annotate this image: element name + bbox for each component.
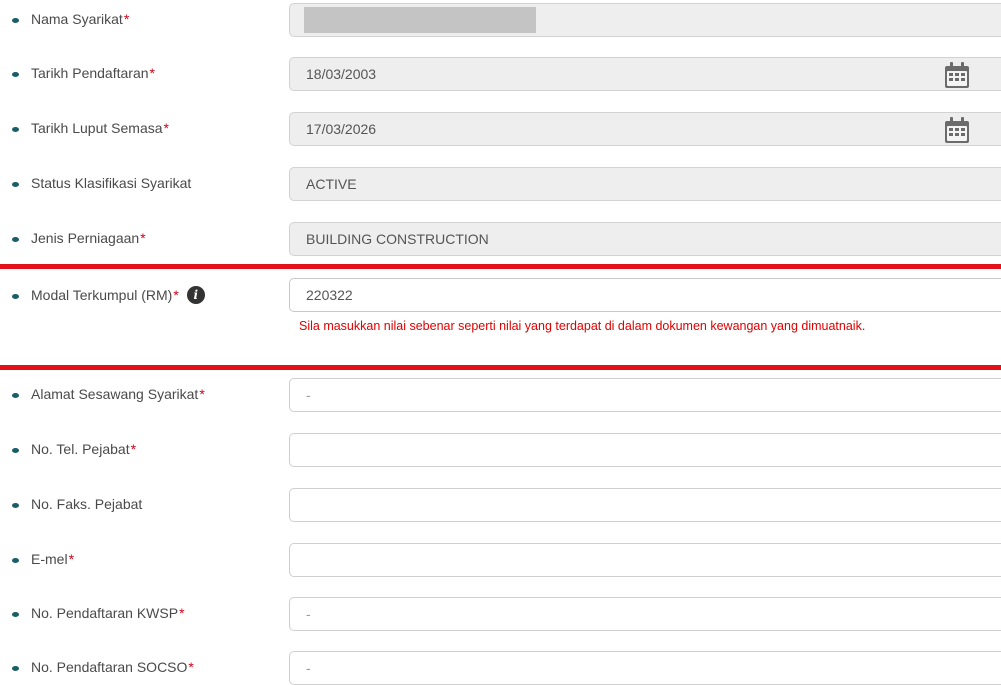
field-value: - <box>306 606 311 622</box>
field-value: 17/03/2026 <box>306 121 377 137</box>
label-text: No. Pendaftaran KWSP <box>31 605 179 621</box>
row-e-mel: E-mel * <box>0 543 1001 577</box>
label-text: Alamat Sesawang Syarikat <box>31 386 199 402</box>
company-profile-form: Nama Syarikat * Tarikh Pendaftaran * 18/… <box>0 0 1001 685</box>
row-modal-terkumpul: Modal Terkumpul (RM) * i 220322 <box>0 278 1001 312</box>
bullet-icon <box>12 17 19 23</box>
no-tel-pejabat-input[interactable] <box>289 433 1001 467</box>
field-value: 220322 <box>306 287 353 303</box>
bullet-icon <box>12 71 19 77</box>
required-marker: * <box>163 120 169 136</box>
bullet-icon <box>12 392 19 398</box>
calendar-icon[interactable] <box>942 115 972 145</box>
no-pendaftaran-socso-input[interactable]: - <box>289 651 1001 685</box>
field-value: 18/03/2003 <box>306 66 377 82</box>
label-text: Nama Syarikat <box>31 11 123 27</box>
required-marker: * <box>188 659 194 675</box>
label-text: Tarikh Pendaftaran <box>31 65 149 81</box>
label-text: E-mel <box>31 551 68 567</box>
bullet-icon <box>12 181 19 187</box>
row-tarikh-luput-semasa: Tarikh Luput Semasa * 17/03/2026 <box>0 112 1001 146</box>
nama-syarikat-field[interactable] <box>289 3 1001 37</box>
calendar-icon[interactable] <box>942 60 972 90</box>
bullet-icon <box>12 611 19 617</box>
required-marker: * <box>149 65 155 81</box>
label-modal-terkumpul: Modal Terkumpul (RM) * i <box>12 286 205 304</box>
modal-error-message: Sila masukkan nilai sebenar seperti nila… <box>299 319 866 333</box>
label-alamat-sesawang: Alamat Sesawang Syarikat * <box>12 386 205 402</box>
required-marker: * <box>130 441 137 457</box>
label-nama-syarikat: Nama Syarikat * <box>12 11 129 27</box>
no-faks-pejabat-input[interactable] <box>289 488 1001 522</box>
required-marker: * <box>68 551 75 567</box>
field-value: BUILDING CONSTRUCTION <box>306 231 489 247</box>
label-no-pendaftaran-socso: No. Pendaftaran SOCSO * <box>12 659 194 675</box>
label-text: Status Klasifikasi Syarikat <box>31 175 192 191</box>
label-tarikh-luput-semasa: Tarikh Luput Semasa * <box>12 120 169 136</box>
label-text: Modal Terkumpul (RM) <box>31 287 173 303</box>
label-text: Tarikh Luput Semasa <box>31 120 163 136</box>
bullet-icon <box>12 293 19 299</box>
bullet-icon <box>12 447 19 453</box>
alamat-sesawang-input[interactable]: - <box>289 378 1001 412</box>
required-marker: * <box>140 230 146 246</box>
no-pendaftaran-kwsp-input[interactable]: - <box>289 597 1001 631</box>
info-icon[interactable]: i <box>186 286 205 304</box>
required-marker: * <box>123 11 130 27</box>
bullet-icon <box>12 557 19 563</box>
label-jenis-perniagaan: Jenis Perniagaan * <box>12 230 146 246</box>
status-klasifikasi-field[interactable]: ACTIVE <box>289 167 1001 201</box>
label-text: Jenis Perniagaan <box>31 230 140 246</box>
bullet-icon <box>12 126 19 132</box>
label-tarikh-pendaftaran: Tarikh Pendaftaran * <box>12 65 155 81</box>
highlight-line-top <box>0 264 1001 269</box>
row-tarikh-pendaftaran: Tarikh Pendaftaran * 18/03/2003 <box>0 57 1001 91</box>
required-marker: * <box>199 386 205 402</box>
row-alamat-sesawang: Alamat Sesawang Syarikat * - <box>0 378 1001 412</box>
row-status-klasifikasi: Status Klasifikasi Syarikat ACTIVE <box>0 167 1001 201</box>
label-text: No. Tel. Pejabat <box>31 441 130 457</box>
label-no-pendaftaran-kwsp: No. Pendaftaran KWSP * <box>12 605 185 621</box>
label-status-klasifikasi: Status Klasifikasi Syarikat <box>12 175 192 191</box>
label-no-faks-pejabat: No. Faks. Pejabat <box>12 496 143 512</box>
highlight-line-bottom <box>0 365 1001 370</box>
label-e-mel: E-mel * <box>12 551 74 567</box>
label-text: No. Pendaftaran SOCSO <box>31 659 188 675</box>
bullet-icon <box>12 502 19 508</box>
row-no-pendaftaran-kwsp: No. Pendaftaran KWSP * - <box>0 597 1001 631</box>
redacted-value <box>304 7 536 33</box>
label-no-tel-pejabat: No. Tel. Pejabat * <box>12 441 136 457</box>
field-value: ACTIVE <box>306 176 357 192</box>
tarikh-luput-semasa-field[interactable]: 17/03/2026 <box>289 112 1001 146</box>
e-mel-input[interactable] <box>289 543 1001 577</box>
bullet-icon <box>12 665 19 671</box>
row-no-tel-pejabat: No. Tel. Pejabat * <box>0 433 1001 467</box>
field-value: - <box>306 660 311 676</box>
required-marker: * <box>173 287 179 303</box>
row-nama-syarikat: Nama Syarikat * <box>0 3 1001 37</box>
modal-terkumpul-input[interactable]: 220322 <box>289 278 1001 312</box>
row-jenis-perniagaan: Jenis Perniagaan * BUILDING CONSTRUCTION <box>0 222 1001 256</box>
tarikh-pendaftaran-field[interactable]: 18/03/2003 <box>289 57 1001 91</box>
row-no-faks-pejabat: No. Faks. Pejabat <box>0 488 1001 522</box>
label-text: No. Faks. Pejabat <box>31 496 143 512</box>
jenis-perniagaan-field[interactable]: BUILDING CONSTRUCTION <box>289 222 1001 256</box>
field-value: - <box>306 387 311 403</box>
required-marker: * <box>179 605 185 621</box>
bullet-icon <box>12 236 19 242</box>
row-no-pendaftaran-socso: No. Pendaftaran SOCSO * - <box>0 651 1001 685</box>
